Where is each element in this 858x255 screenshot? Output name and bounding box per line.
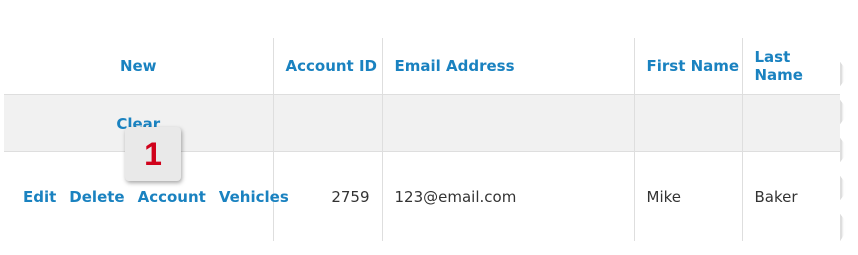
filter-last-name[interactable]: [742, 94, 841, 152]
step-callout-badge: 1: [125, 127, 181, 181]
filter-first-name[interactable]: [634, 94, 743, 152]
column-header-email-address[interactable]: Email Address: [382, 38, 635, 95]
delete-link[interactable]: Delete: [69, 188, 124, 206]
cell-last-name: Baker: [742, 151, 841, 241]
column-header-last-name[interactable]: Last Name: [742, 38, 841, 95]
cell-email-address: 123@email.com: [382, 151, 635, 241]
account-link[interactable]: Account: [138, 188, 206, 206]
header-row: New Account ID Email Address First Name …: [4, 38, 841, 95]
new-button-cell: New: [4, 38, 274, 95]
filter-email-address[interactable]: [382, 94, 635, 152]
column-header-first-name[interactable]: First Name: [634, 38, 743, 95]
edit-link[interactable]: Edit: [23, 188, 56, 206]
page: New Account ID Email Address First Name …: [0, 0, 858, 255]
column-header-account-id[interactable]: Account ID: [273, 38, 383, 95]
new-button[interactable]: New: [120, 57, 157, 75]
cell-first-name: Mike: [634, 151, 743, 241]
filter-account-id[interactable]: [273, 94, 383, 152]
vehicles-link[interactable]: Vehicles: [219, 188, 289, 206]
